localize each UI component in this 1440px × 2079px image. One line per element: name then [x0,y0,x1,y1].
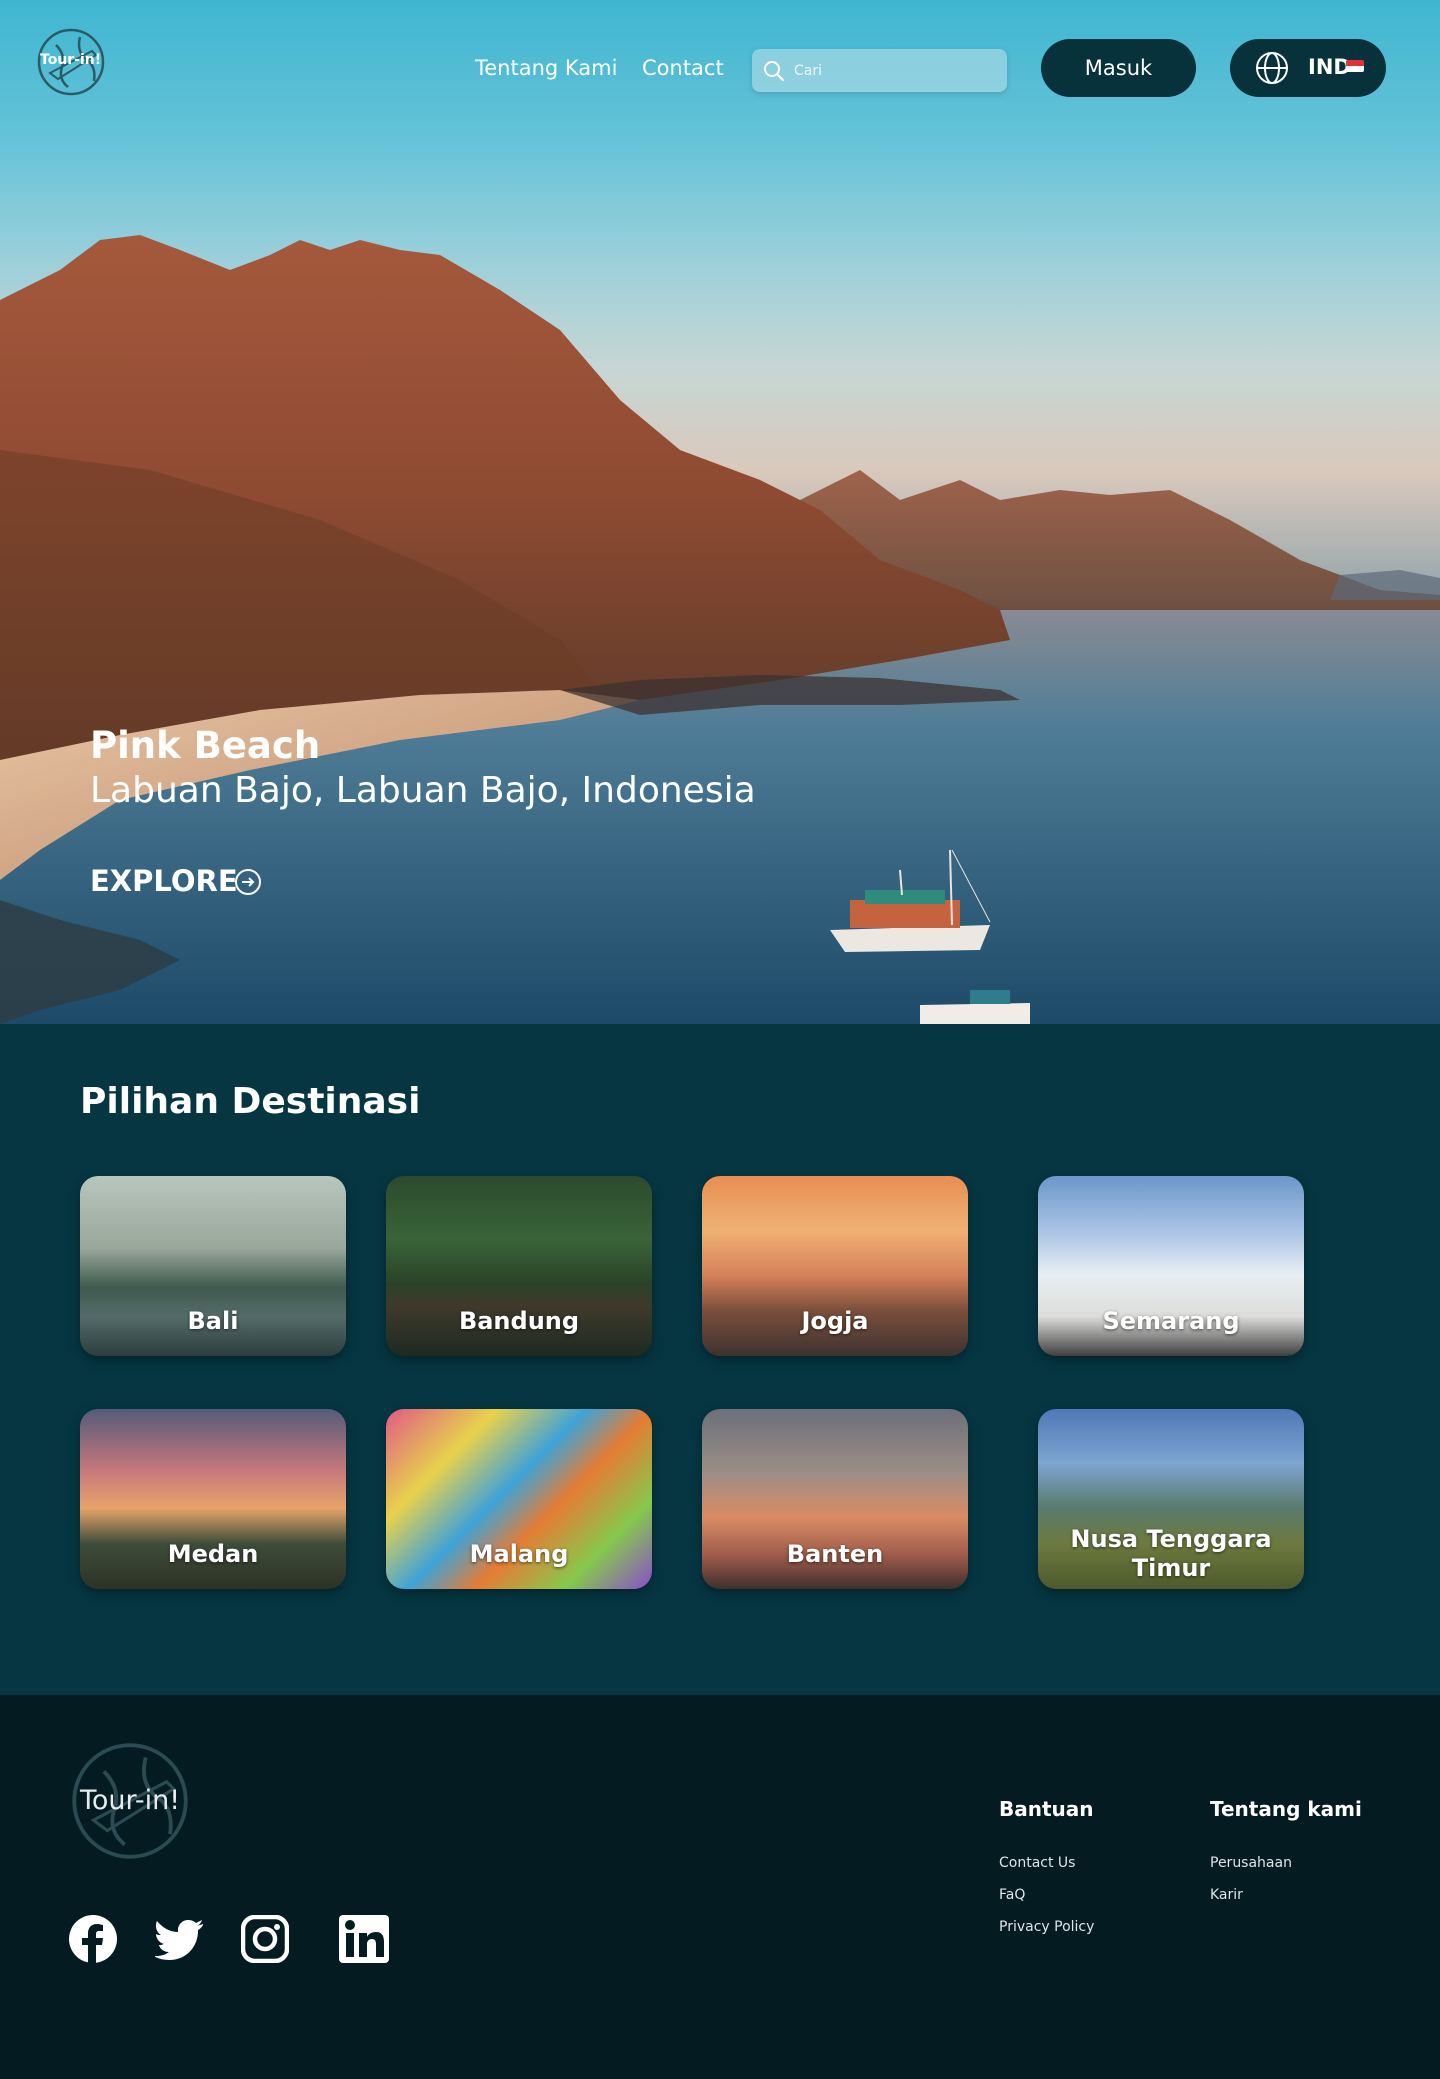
destination-card-bali[interactable]: Bali [80,1176,346,1356]
explore-label: EXPLORE [90,864,238,898]
language-selector-button[interactable]: IND [1230,39,1386,97]
destination-card-malang[interactable]: Malang [386,1409,652,1589]
footer-link-perusahaan[interactable]: Perusahaan [1210,1855,1292,1871]
footer-link-karir[interactable]: Karir [1210,1887,1243,1903]
destination-label: Banten [786,1540,884,1568]
linkedin-icon[interactable] [339,1915,389,1963]
destination-label: Semarang [1102,1307,1240,1335]
indonesia-flag-icon [1346,60,1364,72]
login-button[interactable]: Masuk [1041,39,1196,97]
destination-card-jogja[interactable]: Jogja [702,1176,968,1356]
destination-card-banten[interactable]: Banten [702,1409,968,1589]
destination-label: Malang [469,1540,569,1568]
footer-heading-bantuan: Bantuan [999,1797,1094,1821]
facebook-icon[interactable] [69,1915,117,1963]
explore-button[interactable]: EXPLORE [90,864,261,898]
destination-card-medan[interactable]: Medan [80,1409,346,1589]
destination-label: Jogja [801,1307,869,1335]
twitter-icon[interactable] [155,1915,205,1963]
destination-card-nusa-tenggara-timur[interactable]: Nusa Tenggara Timur [1038,1409,1304,1589]
destination-label: Medan [167,1540,259,1568]
nav-tentang-kami[interactable]: Tentang Kami [475,56,617,80]
hero-location: Labuan Bajo, Labuan Bajo, Indonesia [90,770,756,811]
footer-heading-tentang-kami: Tentang kami [1210,1797,1362,1821]
destinations-section: Pilihan Destinasi Bali Bandung Jogja Sem… [0,1024,1440,1695]
search-icon [764,61,785,82]
hero-title: Pink Beach [90,724,321,767]
nav-contact[interactable]: Contact [642,56,724,80]
destination-label: Bandung [458,1307,580,1335]
footer-link-faq[interactable]: FaQ [999,1887,1025,1903]
destination-card-semarang[interactable]: Semarang [1038,1176,1304,1356]
destination-label: Bali [187,1307,239,1335]
section-title: Pilihan Destinasi [80,1081,421,1122]
footer-link-privacy-policy[interactable]: Privacy Policy [999,1919,1094,1935]
search-input[interactable] [794,59,994,83]
footer-link-contact-us[interactable]: Contact Us [999,1855,1075,1871]
footer: Tour-in! Bantuan Contact Us FaQ Privacy … [0,1695,1440,2079]
language-label: IND [1308,55,1351,79]
footer-brand-text: Tour-in! [80,1785,181,1816]
globe-icon [1256,52,1288,84]
instagram-icon[interactable] [241,1915,289,1963]
arrow-right-circle-icon [235,869,261,895]
brand-logo-text: Tour-in! [40,52,102,68]
hero-banner: Tour-in! Tentang Kami Contact Masuk IND … [0,0,1440,1024]
destination-label: Nusa Tenggara Timur [1070,1525,1272,1582]
search-box[interactable] [752,49,1007,92]
destination-card-bandung[interactable]: Bandung [386,1176,652,1356]
